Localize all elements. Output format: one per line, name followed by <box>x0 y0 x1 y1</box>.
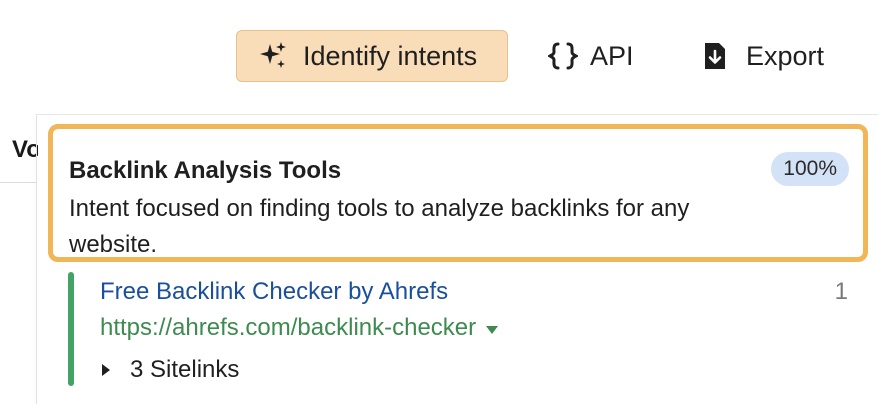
export-button[interactable]: Export <box>702 30 824 82</box>
header-row-divider <box>0 182 36 183</box>
result-url-text: https://ahrefs.com/backlink-checker <box>100 314 477 341</box>
sitelinks-label: 3 Sitelinks <box>130 356 240 383</box>
intent-description: Intent focused on finding tools to analy… <box>69 195 690 258</box>
export-label: Export <box>746 40 825 71</box>
intent-percentage-badge: 100% <box>771 152 849 186</box>
sitelinks-toggle[interactable]: 3 Sitelinks <box>102 356 239 384</box>
intent-card[interactable]: Backlink Analysis Tools Intent focused o… <box>48 124 868 262</box>
braces-icon <box>546 40 580 72</box>
toolbar-divider <box>36 114 878 115</box>
volume-column-header[interactable]: Vo <box>12 136 38 164</box>
popover-edge <box>36 115 37 404</box>
result-intent-bar <box>68 272 74 386</box>
caret-right-icon <box>102 364 110 376</box>
sparkles-icon <box>257 40 289 72</box>
result-url-link[interactable]: https://ahrefs.com/backlink-checker <box>100 314 499 342</box>
result-title-link[interactable]: Free Backlink Checker by Ahrefs <box>100 278 448 306</box>
chevron-down-icon[interactable] <box>486 326 499 334</box>
result-position: 1 <box>834 278 848 305</box>
api-label: API <box>590 40 634 71</box>
download-icon <box>702 40 728 72</box>
identify-intents-button[interactable]: Identify intents <box>236 30 508 82</box>
api-button[interactable]: API <box>546 30 634 82</box>
identify-intents-label: Identify intents <box>303 40 478 71</box>
toolbar: Identify intents API Export <box>0 30 878 82</box>
intent-title: Backlink Analysis Tools <box>69 157 342 184</box>
